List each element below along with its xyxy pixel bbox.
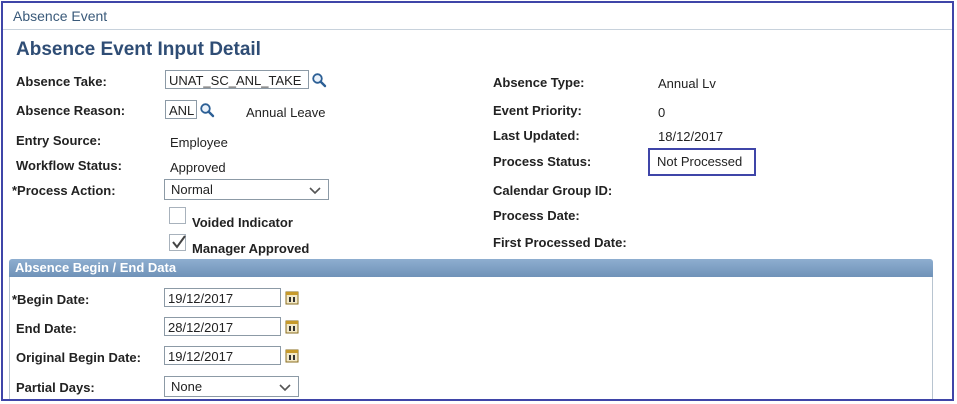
process-status-value: Not Processed — [657, 154, 743, 169]
calendar-icon[interactable] — [285, 348, 299, 363]
chevron-down-icon — [309, 187, 321, 195]
tab-bar: Absence Event — [3, 3, 952, 30]
absence-type-label: Absence Type: — [493, 75, 585, 90]
event-priority-label: Event Priority: — [493, 103, 582, 118]
absence-event-page: Absence Event Absence Event Input Detail… — [1, 1, 954, 401]
absence-reason-lookup-icon[interactable] — [199, 102, 215, 118]
absence-reason-field[interactable]: ANL — [165, 100, 197, 119]
page-title: Absence Event Input Detail — [16, 39, 261, 60]
section-header-absence-begin-end: Absence Begin / End Data — [9, 259, 933, 277]
process-action-value: Normal — [171, 182, 213, 197]
original-begin-date-label: Original Begin Date: — [16, 350, 141, 365]
process-status-label: Process Status: — [493, 154, 592, 169]
calendar-icon[interactable] — [285, 319, 299, 334]
calendar-icon[interactable] — [285, 290, 299, 305]
manager-approved-label: Manager Approved — [192, 241, 310, 256]
workflow-status-value: Approved — [170, 160, 226, 175]
entry-source-value: Employee — [170, 135, 228, 150]
voided-indicator-label: Voided Indicator — [192, 215, 293, 230]
end-date-field[interactable]: 28/12/2017 — [164, 317, 281, 336]
partial-days-value: None — [171, 379, 203, 394]
partial-days-dropdown[interactable]: None — [164, 376, 299, 397]
last-updated-value: 18/12/2017 — [658, 129, 724, 144]
checkmark-icon — [172, 235, 186, 249]
partial-days-label: Partial Days: — [16, 380, 95, 395]
absence-reason-description: Annual Leave — [246, 105, 326, 120]
last-updated-label: Last Updated: — [493, 128, 580, 143]
first-processed-date-label: First Processed Date: — [493, 235, 627, 250]
process-action-dropdown[interactable]: Normal — [164, 179, 329, 200]
original-begin-date-field[interactable]: 19/12/2017 — [164, 346, 281, 365]
absence-take-field[interactable]: UNAT_SC_ANL_TAKE — [165, 70, 309, 89]
end-date-label: End Date: — [16, 321, 77, 336]
section-body — [9, 277, 933, 399]
workflow-status-label: Workflow Status: — [16, 158, 122, 173]
chevron-down-icon — [279, 384, 291, 392]
absence-reason-label: Absence Reason: — [16, 103, 126, 118]
absence-take-lookup-icon[interactable] — [311, 72, 327, 88]
entry-source-label: Entry Source: — [16, 133, 102, 148]
begin-date-field[interactable]: 19/12/2017 — [164, 288, 281, 307]
event-priority-value: 0 — [658, 105, 666, 120]
absence-type-value: Annual Lv — [658, 76, 716, 91]
tab-absence-event[interactable]: Absence Event — [13, 8, 107, 24]
begin-date-label: *Begin Date: — [12, 292, 90, 307]
manager-approved-checkbox[interactable] — [169, 234, 186, 251]
absence-take-label: Absence Take: — [16, 74, 107, 89]
voided-indicator-checkbox[interactable] — [169, 207, 186, 224]
process-action-label: *Process Action: — [12, 183, 116, 198]
calendar-group-id-label: Calendar Group ID: — [493, 183, 613, 198]
process-date-label: Process Date: — [493, 208, 580, 223]
